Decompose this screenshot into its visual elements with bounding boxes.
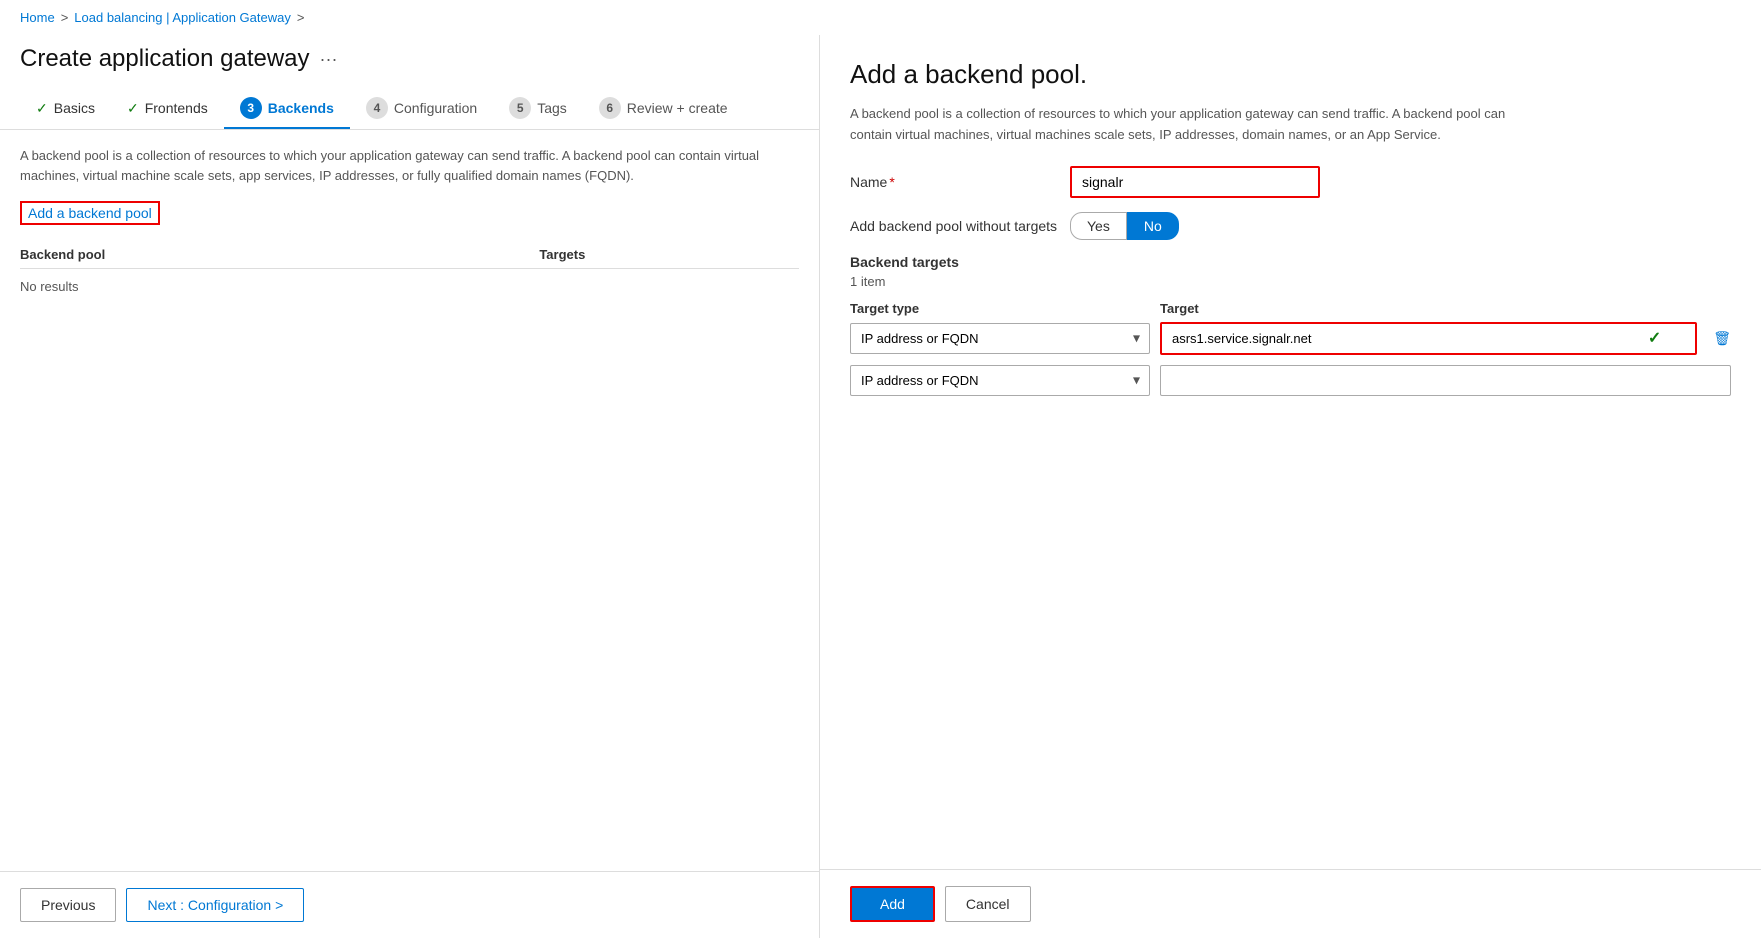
required-marker: * xyxy=(889,174,894,190)
breadcrumb-home[interactable]: Home xyxy=(20,10,55,25)
th-target: Target xyxy=(1160,301,1731,316)
previous-button[interactable]: Previous xyxy=(20,888,116,922)
tab-basics[interactable]: ✓ Basics xyxy=(20,92,111,127)
no-results: No results xyxy=(20,269,799,304)
toggle-yes-button[interactable]: Yes xyxy=(1070,212,1127,240)
panel-description: A backend pool is a collection of resour… xyxy=(850,104,1550,146)
tab-review[interactable]: 6 Review + create xyxy=(583,89,744,129)
pool-table-header: Backend pool Targets xyxy=(20,241,799,269)
tab-tags-label: Tags xyxy=(537,100,567,116)
panel-title: Add a backend pool. xyxy=(850,59,1731,90)
backend-targets-label: Backend targets xyxy=(850,254,1731,270)
tab-backends-label: Backends xyxy=(268,100,334,116)
add-backend-pool-link[interactable]: Add a backend pool xyxy=(20,201,160,225)
ellipsis-button[interactable]: ··· xyxy=(320,49,338,70)
col-targets-header: Targets xyxy=(539,247,799,262)
target-input-wrapper-1 xyxy=(1160,365,1731,396)
toggle-group: Yes No xyxy=(1070,212,1731,240)
target-type-select-0[interactable]: IP address or FQDN xyxy=(850,323,1150,354)
check-icon-basics: ✓ xyxy=(36,100,48,117)
next-button[interactable]: Next : Configuration > xyxy=(126,888,304,922)
tab-review-label: Review + create xyxy=(627,100,728,116)
delete-row-0[interactable]: 🗑 xyxy=(1713,330,1731,347)
name-label: Name* xyxy=(850,174,1070,190)
tab-review-number: 6 xyxy=(599,97,621,119)
right-content: Add a backend pool. A backend pool is a … xyxy=(820,35,1761,869)
tab-tags-number: 5 xyxy=(509,97,531,119)
left-footer: Previous Next : Configuration > xyxy=(0,871,819,938)
right-footer: Add Cancel xyxy=(820,869,1761,938)
target-input-wrapper-0: ✓ xyxy=(1160,322,1697,355)
breadcrumb-loadbalancing[interactable]: Load balancing | Application Gateway xyxy=(74,10,291,25)
toggle-row: Add backend pool without targets Yes No xyxy=(850,212,1731,240)
left-panel: Create application gateway ··· ✓ Basics … xyxy=(0,35,820,938)
th-type: Target type xyxy=(850,301,1150,316)
target-input-0[interactable] xyxy=(1160,322,1697,355)
col-pool-header: Backend pool xyxy=(20,247,539,262)
name-input[interactable] xyxy=(1070,166,1320,198)
check-icon-frontends: ✓ xyxy=(127,100,139,117)
add-button[interactable]: Add xyxy=(850,886,935,922)
name-control xyxy=(1070,166,1731,198)
tab-tags[interactable]: 5 Tags xyxy=(493,89,583,129)
tab-configuration-number: 4 xyxy=(366,97,388,119)
cancel-button[interactable]: Cancel xyxy=(945,886,1031,922)
left-description: A backend pool is a collection of resour… xyxy=(20,146,799,185)
check-icon-0: ✓ xyxy=(1648,328,1661,348)
breadcrumb-sep2: > xyxy=(297,10,305,25)
toggle-label: Add backend pool without targets xyxy=(850,218,1070,234)
item-count: 1 item xyxy=(850,274,1731,289)
target-table-header: Target type Target xyxy=(850,301,1731,316)
target-row-1: IP address or FQDN ▾ xyxy=(850,365,1731,396)
wizard-tabs: ✓ Basics ✓ Frontends 3 Backends 4 Config… xyxy=(0,79,819,130)
target-input-1[interactable] xyxy=(1160,365,1731,396)
page-title: Create application gateway xyxy=(20,45,310,73)
page-title-row: Create application gateway ··· xyxy=(20,45,799,73)
breadcrumb: Home > Load balancing | Application Gate… xyxy=(0,0,1761,35)
tab-basics-label: Basics xyxy=(54,100,95,116)
left-header: Create application gateway ··· xyxy=(0,35,819,79)
tab-frontends[interactable]: ✓ Frontends xyxy=(111,92,224,127)
target-type-select-wrapper-1: IP address or FQDN ▾ xyxy=(850,365,1150,396)
tab-configuration[interactable]: 4 Configuration xyxy=(350,89,493,129)
tab-configuration-label: Configuration xyxy=(394,100,477,116)
tab-frontends-label: Frontends xyxy=(145,100,208,116)
toggle-no-button[interactable]: No xyxy=(1127,212,1179,240)
breadcrumb-sep1: > xyxy=(61,10,69,25)
tab-backends[interactable]: 3 Backends xyxy=(224,89,350,129)
right-panel: Add a backend pool. A backend pool is a … xyxy=(820,35,1761,938)
left-content: A backend pool is a collection of resour… xyxy=(0,130,819,871)
name-row: Name* xyxy=(850,166,1731,198)
target-type-select-1[interactable]: IP address or FQDN xyxy=(850,365,1150,396)
target-row-0: IP address or FQDN ▾ ✓ 🗑 xyxy=(850,322,1731,355)
tab-backends-number: 3 xyxy=(240,97,262,119)
target-type-select-wrapper-0: IP address or FQDN ▾ xyxy=(850,323,1150,354)
